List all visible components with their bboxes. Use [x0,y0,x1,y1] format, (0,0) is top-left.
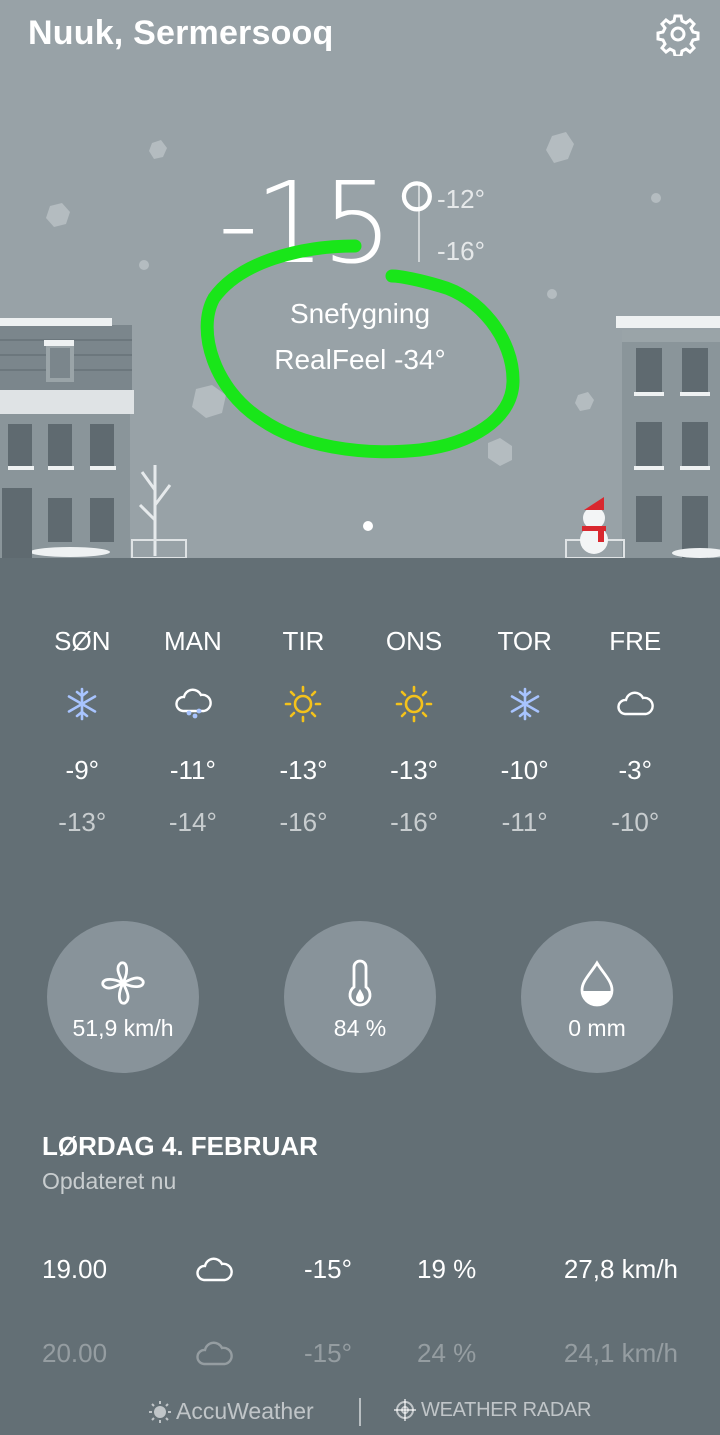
forecast-low: -11° [501,807,548,837]
humidity-stat[interactable]: 84 % [284,921,436,1073]
humidity-value: 84 % [333,1015,387,1041]
radar-crosshair-icon [394,1399,416,1421]
forecast-high: -13° [279,755,328,785]
forecast-low: -13° [58,807,107,837]
cloud-icon [580,664,691,744]
hourly-row[interactable]: 19.00 -15° 19 % 27,8 km/h [0,1254,720,1304]
hour-time: 19.00 [42,1254,108,1284]
hour-humidity: 19 % [417,1254,477,1284]
accuweather-label: AccuWeather [176,1398,314,1424]
forecast-day-name: TOR [497,626,552,656]
forecast-day-name: ONS [385,626,443,656]
raindrop-icon [580,960,614,1007]
forecast-day-name: MAN [164,626,222,656]
forecast-high: -11° [169,755,216,785]
precipitation-value: 0 mm [568,1015,626,1041]
forecast-day[interactable]: FRE -3° -10° [580,618,691,848]
green-annotation-circle [200,239,520,459]
snowflake-icon [469,664,580,744]
forecast-day-name: TIR [282,626,325,656]
cloud-icon [196,1257,233,1282]
hour-wind: 27,8 km/h [563,1254,678,1284]
forecast-day[interactable]: TIR -13° -16° [248,618,359,848]
forecast-low: -14° [168,807,217,837]
forecast-low: -16° [279,807,328,837]
hour-humidity: 24 % [417,1338,477,1368]
forecast-day[interactable]: MAN -11° -14° [138,618,249,848]
sun-icon [248,664,359,744]
daily-forecast: SØN -9° -13° MAN -11° -14° TIR -13° -16°… [27,618,691,848]
forecast-high: -10° [500,755,549,785]
hour-wind: 24,1 km/h [563,1338,678,1368]
forecast-day-name: FRE [609,626,662,656]
weather-radar-link[interactable]: WEATHER RADAR [393,1398,591,1422]
forecast-low: -16° [390,807,439,837]
accuweather-sun-icon [149,1400,171,1423]
forecast-high: -3° [618,755,653,785]
cloud-icon [196,1341,233,1366]
wind-fan-icon [101,961,145,1005]
forecast-high: -13° [390,755,439,785]
wind-stat[interactable]: 51,9 km/h [47,921,199,1073]
snowflake-icon [27,664,138,744]
precipitation-stat[interactable]: 0 mm [521,921,673,1073]
forecast-high: -9° [65,755,100,785]
weather-hero: Nuuk, Sermersooq -15° -12° -16° Snefygni… [0,0,720,558]
page-indicator-dot[interactable] [363,521,373,531]
accuweather-link[interactable]: AccuWeather [148,1398,314,1425]
hour-temperature: -15° [304,1338,352,1368]
wind-speed-value: 51,9 km/h [72,1015,174,1041]
forecast-day-name: SØN [54,626,111,656]
forecast-low: -10° [611,807,660,837]
hour-temperature: -15° [304,1254,352,1284]
sun-icon [359,664,470,744]
hourly-row[interactable]: 20.00 -15° 24 % 24,1 km/h [0,1338,720,1388]
forecast-day[interactable]: SØN -9° -13° [27,618,138,848]
forecast-day[interactable]: TOR -10° -11° [469,618,580,848]
footer-divider [359,1398,361,1426]
cloud-snow-icon [138,664,249,744]
hour-time: 20.00 [42,1338,108,1368]
detail-date: LØRDAG 4. FEBRUAR [42,1131,318,1161]
weather-radar-label: WEATHER RADAR [421,1398,592,1421]
updated-status: Opdateret nu [42,1168,177,1194]
thermometer-icon [348,959,372,1007]
forecast-day[interactable]: ONS -13° -16° [359,618,470,848]
